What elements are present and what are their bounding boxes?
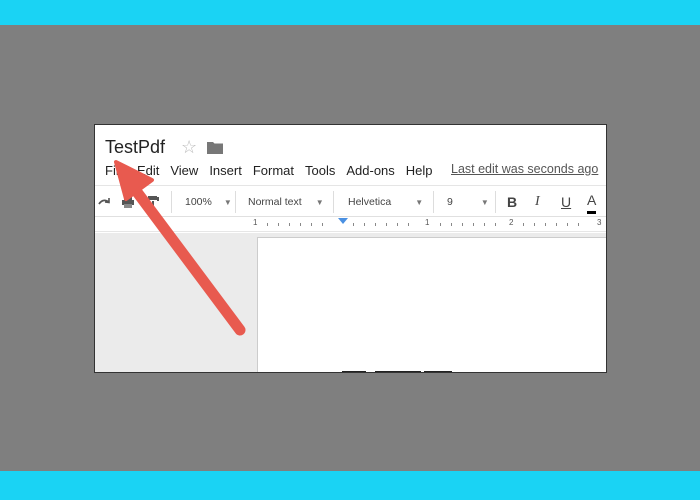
pointer-arrow — [114, 160, 246, 336]
